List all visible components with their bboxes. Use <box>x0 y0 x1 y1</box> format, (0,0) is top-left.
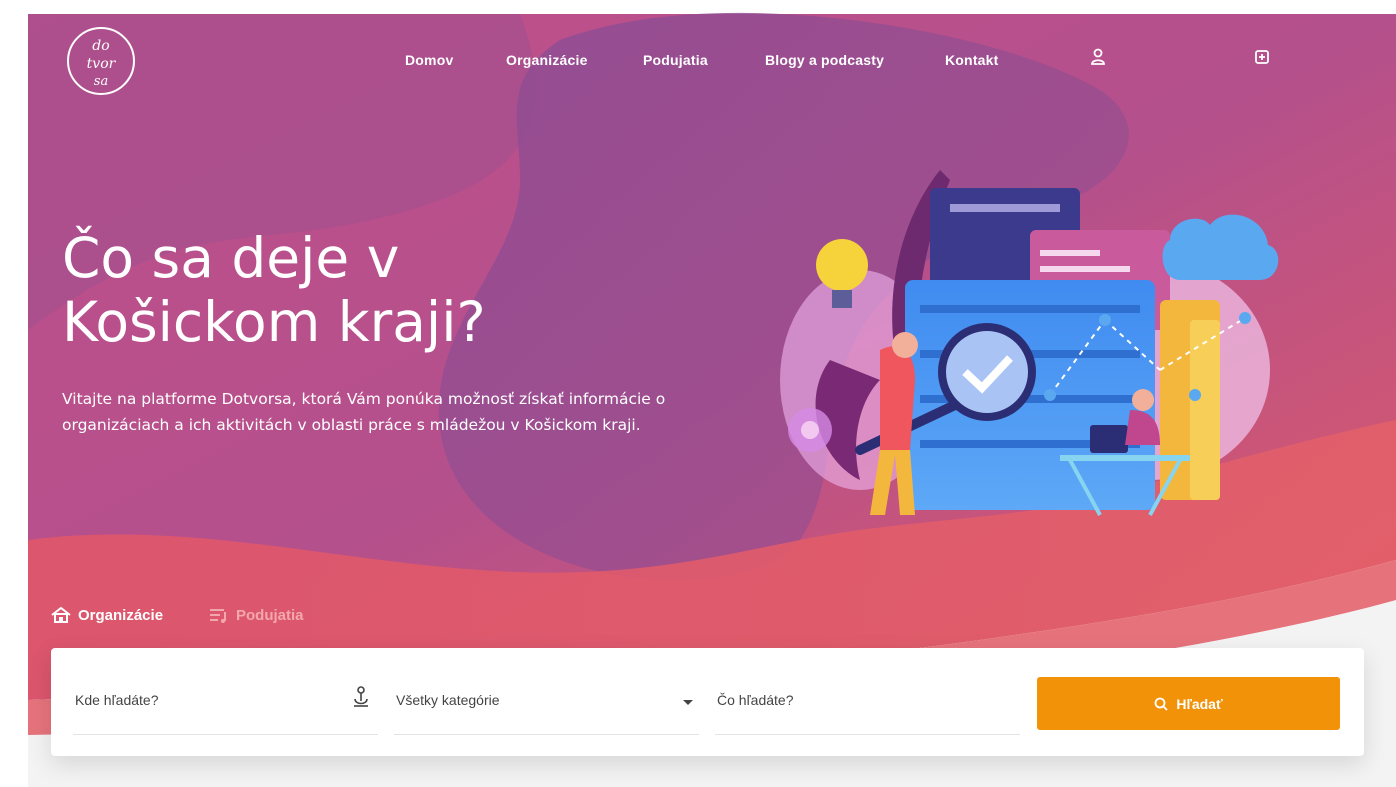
hero-title-line2: Košickom kraji? <box>62 290 486 354</box>
home-icon <box>51 606 71 623</box>
query-input[interactable] <box>715 684 979 716</box>
nav-item-events[interactable]: Podujatia <box>643 52 708 68</box>
location-field <box>73 678 378 735</box>
category-select[interactable]: Všetky kategórie <box>394 678 699 735</box>
list-icon <box>210 609 226 623</box>
logo-text-line3: sa <box>94 74 108 89</box>
location-input[interactable] <box>73 684 337 716</box>
tab-events-label: Podujatia <box>236 606 304 624</box>
category-select-value: Všetky kategórie <box>396 692 500 708</box>
tab-organizations-label: Organizácie <box>78 606 164 624</box>
search-button[interactable]: Hľadať <box>1037 677 1340 730</box>
hero-intro: Vitajte na platforme Dotvorsa, ktorá Vám… <box>62 390 666 434</box>
hero-title: Čo sa deje v Košickom kraji? <box>62 226 486 354</box>
nav-item-home[interactable]: Domov <box>405 52 453 68</box>
plus-square-icon-graphic <box>1255 50 1269 64</box>
search-button-label: Hľadať <box>1176 695 1223 712</box>
tab-organizations[interactable]: Organizácie <box>50 606 163 624</box>
query-field <box>715 678 1020 735</box>
search-icon <box>1154 697 1168 711</box>
tab-events[interactable]: Podujatia <box>208 606 304 624</box>
user-icon[interactable] <box>1090 48 1106 70</box>
chevron-down-icon <box>683 700 693 705</box>
main-nav: Domov Organizácie Podujatia Blogy a podc… <box>0 48 1396 72</box>
hero-title-line1: Čo sa deje v <box>62 226 400 290</box>
search-panel: Všetky kategórie Hľadať <box>51 648 1364 756</box>
hero-section: do tvor sa Domov Organizácie Podujatia B… <box>0 0 1396 787</box>
location-pin-icon[interactable] <box>352 686 370 708</box>
nav-item-contact[interactable]: Kontakt <box>945 52 999 68</box>
plus-square-icon[interactable] <box>1254 48 1270 70</box>
user-icon-graphic <box>1091 48 1105 65</box>
nav-item-blogs[interactable]: Blogy a podcasty <box>765 52 884 68</box>
nav-item-organizations[interactable]: Organizácie <box>506 52 588 68</box>
